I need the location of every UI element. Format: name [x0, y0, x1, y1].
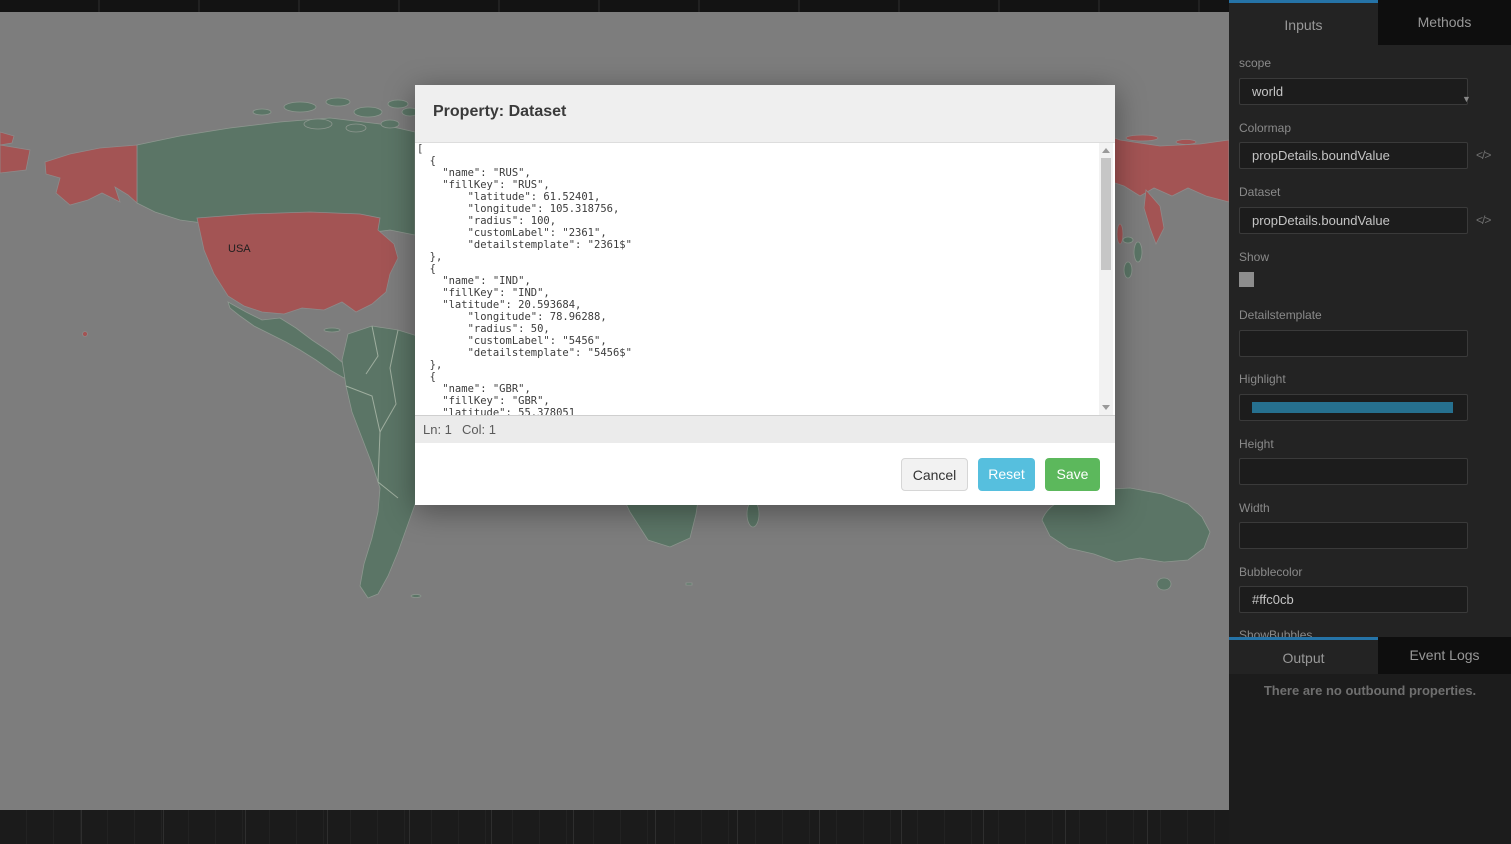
detailstemplate-label: Detailstemplate	[1239, 308, 1322, 322]
dataset-code-editor[interactable]: [ { "name": "RUS", "fillKey": "RUS", "la…	[417, 143, 1099, 415]
highlight-label: Highlight	[1239, 372, 1286, 386]
scrollbar-thumb[interactable]	[1101, 158, 1111, 270]
bubblecolor-label: Bubblecolor	[1239, 565, 1302, 579]
property-dataset-modal: Property: Dataset [ { "name": "RUS", "fi…	[415, 85, 1115, 505]
cancel-button[interactable]: Cancel	[901, 458, 968, 491]
code-editor-content[interactable]: [ { "name": "RUS", "fillKey": "RUS", "la…	[417, 143, 1099, 415]
tab-methods[interactable]: Methods	[1378, 0, 1511, 45]
editor-scrollbar[interactable]	[1099, 143, 1113, 415]
tab-event-logs[interactable]: Event Logs	[1378, 637, 1511, 674]
scope-select[interactable]: world ▼	[1239, 78, 1468, 105]
height-input[interactable]	[1239, 458, 1468, 485]
line-indicator: Ln: 1	[423, 422, 452, 437]
show-label: Show	[1239, 250, 1269, 264]
save-button[interactable]: Save	[1045, 458, 1100, 491]
scroll-up-icon[interactable]	[1102, 148, 1110, 153]
sidebar-tabbar: Inputs Methods	[1229, 0, 1511, 45]
width-label: Width	[1239, 501, 1270, 515]
modal-header: Property: Dataset	[415, 85, 1115, 143]
detailstemplate-input[interactable]	[1239, 330, 1468, 357]
highlight-color-swatch	[1252, 402, 1453, 413]
column-indicator: Col: 1	[462, 422, 496, 437]
width-input[interactable]	[1239, 522, 1468, 549]
modal-title: Property: Dataset	[433, 103, 566, 121]
code-icon[interactable]: </>	[1476, 148, 1490, 162]
top-toolbar-strip	[0, 0, 1229, 12]
chevron-down-icon: ▼	[1462, 87, 1471, 112]
colormap-input[interactable]	[1239, 142, 1468, 169]
scope-select-value: world	[1252, 84, 1283, 99]
height-label: Height	[1239, 437, 1274, 451]
output-panel: Output Event Logs There are no outbound …	[1229, 637, 1511, 844]
reset-button[interactable]: Reset	[978, 458, 1035, 491]
colormap-label: Colormap	[1239, 121, 1291, 135]
tab-output[interactable]: Output	[1229, 637, 1378, 674]
properties-sidebar: Inputs Methods scope world ▼ Colormap </…	[1229, 0, 1511, 844]
output-empty-message: There are no outbound properties.	[1229, 683, 1511, 698]
code-icon[interactable]: </>	[1476, 213, 1490, 227]
tab-inputs[interactable]: Inputs	[1229, 0, 1378, 45]
bubblecolor-input[interactable]	[1239, 586, 1468, 613]
editor-status-bar: Ln: 1 Col: 1	[415, 415, 1115, 443]
scroll-down-icon[interactable]	[1102, 405, 1110, 410]
scope-label: scope	[1239, 56, 1271, 70]
output-tabbar: Output Event Logs	[1229, 637, 1511, 674]
modal-footer: Cancel Reset Save	[415, 443, 1115, 505]
dataset-label: Dataset	[1239, 185, 1280, 199]
dataset-input[interactable]	[1239, 207, 1468, 234]
bottom-timeline-strip	[0, 810, 1229, 844]
usa-map-label: USA	[228, 243, 251, 255]
highlight-input[interactable]	[1239, 394, 1468, 421]
show-checkbox[interactable]	[1239, 272, 1254, 287]
